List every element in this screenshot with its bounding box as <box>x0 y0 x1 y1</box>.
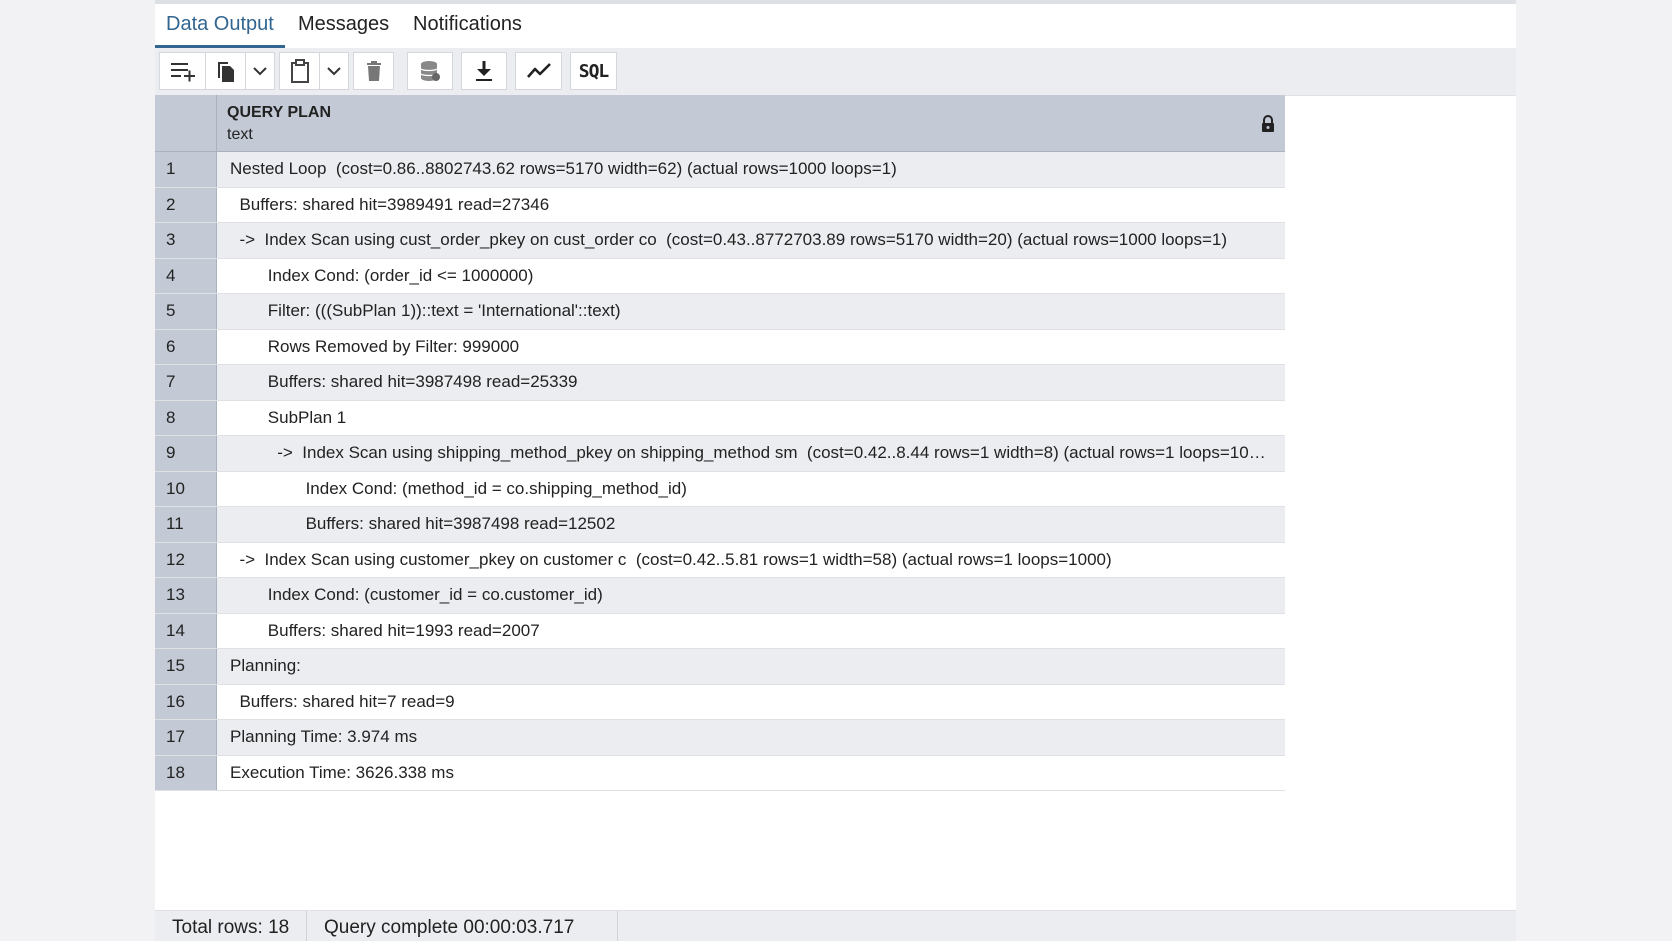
table-row[interactable]: 8 SubPlan 1 <box>155 400 1285 436</box>
query-plan-cell[interactable]: Nested Loop (cost=0.86..8802743.62 rows=… <box>217 152 1285 187</box>
table-row[interactable]: 3 -> Index Scan using cust_order_pkey on… <box>155 223 1285 259</box>
save-data-icon <box>419 59 441 83</box>
delete-button[interactable] <box>353 52 394 90</box>
status-divider <box>617 911 618 941</box>
column-type: text <box>227 126 253 143</box>
query-plan-cell[interactable]: Rows Removed by Filter: 999000 <box>217 329 1285 364</box>
query-plan-cell[interactable]: Planning: <box>217 649 1285 684</box>
data-output-panel: Data Output Messages Notifications SQL Q… <box>155 0 1516 941</box>
row-number[interactable]: 16 <box>155 684 217 719</box>
table-row[interactable]: 15 Planning: <box>155 649 1285 685</box>
query-plan-cell[interactable]: Buffers: shared hit=3987498 read=25339 <box>217 365 1285 400</box>
table-row[interactable]: 12 -> Index Scan using customer_pkey on … <box>155 542 1285 578</box>
row-number[interactable]: 8 <box>155 400 217 435</box>
row-number[interactable]: 7 <box>155 365 217 400</box>
total-rows-status: Total rows: 18 <box>172 917 290 938</box>
paste-options-dropdown[interactable] <box>319 52 349 90</box>
toolbar: SQL <box>155 48 1516 96</box>
query-plan-cell[interactable]: Index Cond: (method_id = co.shipping_met… <box>217 471 1285 506</box>
row-number[interactable]: 2 <box>155 187 217 222</box>
download-icon <box>474 60 494 82</box>
row-number[interactable]: 6 <box>155 329 217 364</box>
table-row[interactable]: 7 Buffers: shared hit=3987498 read=25339 <box>155 365 1285 401</box>
lock-icon <box>1261 115 1275 138</box>
chevron-down-icon <box>327 66 341 76</box>
query-plan-cell[interactable]: -> Index Scan using customer_pkey on cus… <box>217 542 1285 577</box>
query-plan-cell[interactable]: Buffers: shared hit=1993 read=2007 <box>217 613 1285 648</box>
query-plan-cell[interactable]: Buffers: shared hit=3989491 read=27346 <box>217 187 1285 222</box>
result-tabs: Data Output Messages Notifications <box>155 4 1516 49</box>
chevron-down-icon <box>253 66 267 76</box>
query-plan-cell[interactable]: Planning Time: 3.974 ms <box>217 720 1285 755</box>
table-row[interactable]: 4 Index Cond: (order_id <= 1000000) <box>155 258 1285 294</box>
add-row-button[interactable] <box>159 52 206 90</box>
row-number[interactable]: 1 <box>155 152 217 187</box>
grid-body: 1 Nested Loop (cost=0.86..8802743.62 rows… <box>155 152 1285 791</box>
grid-header: QUERY PLAN text <box>155 95 1285 152</box>
row-number[interactable]: 5 <box>155 294 217 329</box>
row-number[interactable]: 4 <box>155 258 217 293</box>
copy-options-dropdown[interactable] <box>245 52 275 90</box>
select-all-cell[interactable] <box>155 95 217 151</box>
tab-data-output[interactable]: Data Output <box>166 4 274 48</box>
query-plan-cell[interactable]: -> Index Scan using shipping_method_pkey… <box>217 436 1285 471</box>
copy-icon <box>215 59 237 83</box>
table-row[interactable]: 11 Buffers: shared hit=3987498 read=1250… <box>155 507 1285 543</box>
query-complete-status: Query complete 00:00:03.717 <box>324 917 575 938</box>
table-row[interactable]: 17 Planning Time: 3.974 ms <box>155 720 1285 756</box>
table-row[interactable]: 1 Nested Loop (cost=0.86..8802743.62 rows… <box>155 152 1285 188</box>
query-plan-cell[interactable]: Buffers: shared hit=7 read=9 <box>217 684 1285 719</box>
download-button[interactable] <box>461 52 507 90</box>
query-plan-cell[interactable]: Buffers: shared hit=3987498 read=12502 <box>217 507 1285 542</box>
table-row[interactable]: 18 Execution Time: 3626.338 ms <box>155 755 1285 791</box>
sql-button[interactable]: SQL <box>570 52 617 90</box>
table-row[interactable]: 6 Rows Removed by Filter: 999000 <box>155 329 1285 365</box>
query-plan-grid: QUERY PLAN text 1 Nested Loop (cost=0.86.… <box>155 95 1285 791</box>
save-data-button[interactable] <box>407 52 453 90</box>
graph-visualiser-button[interactable] <box>515 52 562 90</box>
row-number[interactable]: 12 <box>155 542 217 577</box>
table-row[interactable]: 13 Index Cond: (customer_id = co.custome… <box>155 578 1285 614</box>
query-plan-cell[interactable]: -> Index Scan using cust_order_pkey on c… <box>217 223 1285 258</box>
row-number[interactable]: 11 <box>155 507 217 542</box>
row-number[interactable]: 15 <box>155 649 217 684</box>
row-number[interactable]: 18 <box>155 755 217 790</box>
graph-icon <box>526 62 552 80</box>
tab-notifications[interactable]: Notifications <box>413 4 522 48</box>
query-plan-cell[interactable]: Index Cond: (order_id <= 1000000) <box>217 258 1285 293</box>
table-row[interactable]: 2 Buffers: shared hit=3989491 read=27346 <box>155 187 1285 223</box>
row-number[interactable]: 13 <box>155 578 217 613</box>
query-plan-cell[interactable]: Filter: (((SubPlan 1))::text = 'Internat… <box>217 294 1285 329</box>
row-number[interactable]: 17 <box>155 720 217 755</box>
query-plan-cell[interactable]: Index Cond: (customer_id = co.customer_i… <box>217 578 1285 613</box>
query-plan-cell[interactable]: SubPlan 1 <box>217 400 1285 435</box>
row-number[interactable]: 10 <box>155 471 217 506</box>
column-name[interactable]: QUERY PLAN <box>227 104 331 122</box>
query-plan-cell[interactable]: Execution Time: 3626.338 ms <box>217 755 1285 790</box>
row-number[interactable]: 14 <box>155 613 217 648</box>
copy-button[interactable] <box>205 52 246 90</box>
add-row-icon <box>170 60 196 82</box>
tab-messages[interactable]: Messages <box>298 4 389 48</box>
table-row[interactable]: 5 Filter: (((SubPlan 1))::text = 'Intern… <box>155 294 1285 330</box>
status-bar: Total rows: 18 Query complete 00:00:03.7… <box>155 910 1516 941</box>
row-number[interactable]: 9 <box>155 436 217 471</box>
sql-icon: SQL <box>578 60 609 82</box>
paste-icon <box>289 59 311 83</box>
row-number[interactable]: 3 <box>155 223 217 258</box>
table-row[interactable]: 10 Index Cond: (method_id = co.shipping_… <box>155 471 1285 507</box>
table-row[interactable]: 9 -> Index Scan using shipping_method_pk… <box>155 436 1285 472</box>
paste-button[interactable] <box>279 52 320 90</box>
delete-icon <box>364 60 384 82</box>
table-row[interactable]: 16 Buffers: shared hit=7 read=9 <box>155 684 1285 720</box>
table-row[interactable]: 14 Buffers: shared hit=1993 read=2007 <box>155 613 1285 649</box>
status-divider <box>306 911 307 941</box>
